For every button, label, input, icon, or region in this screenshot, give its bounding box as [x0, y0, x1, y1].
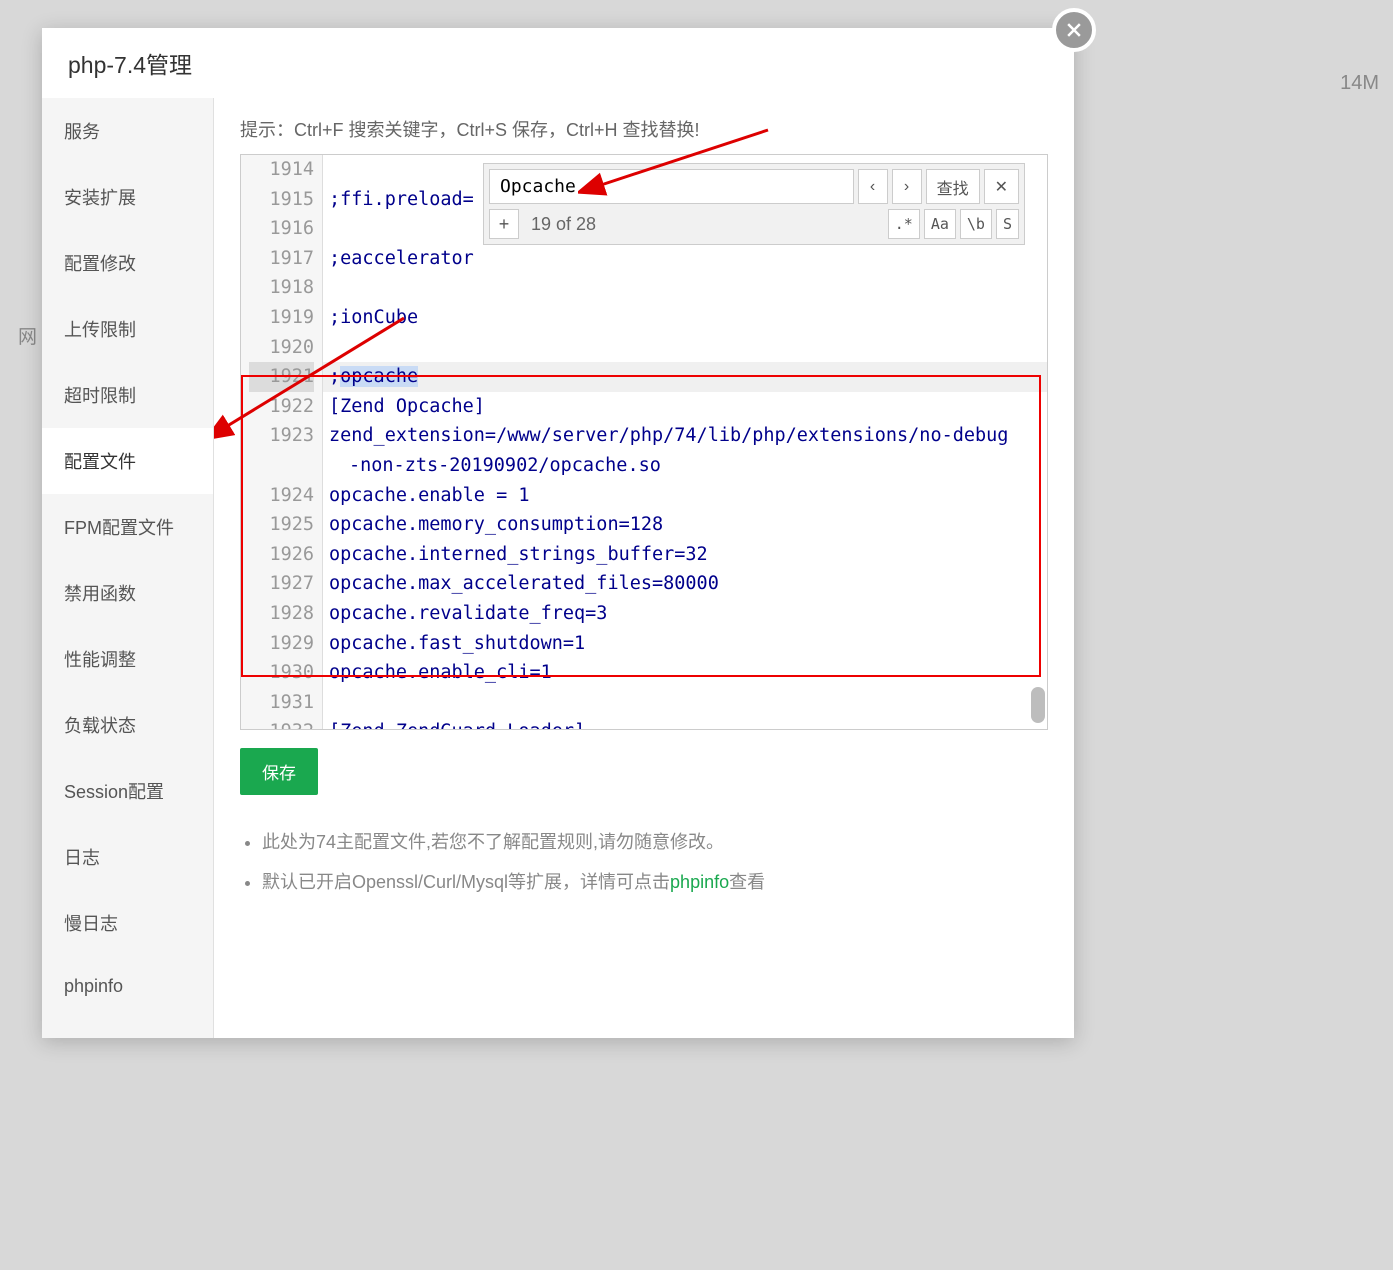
- sidebar-item[interactable]: Session配置: [42, 758, 213, 824]
- code-line-wrap[interactable]: -non-zts-20190902/opcache.so: [323, 451, 1047, 481]
- code-line[interactable]: [Zend ZendGuard Loader]: [323, 717, 1047, 729]
- sidebar-item[interactable]: FPM配置文件: [42, 494, 213, 560]
- close-icon: [1064, 20, 1084, 40]
- bg-partial-text: 网: [18, 322, 37, 349]
- line-number: 1923: [249, 421, 314, 451]
- line-number: 1917: [249, 244, 314, 274]
- line-number: 1931: [249, 688, 314, 718]
- line-number: 1926: [249, 540, 314, 570]
- line-number-gutter: 1914191519161917191819191920192119221923…: [241, 155, 323, 729]
- search-input[interactable]: [489, 169, 854, 204]
- sidebar-item[interactable]: 配置修改: [42, 230, 213, 296]
- line-number: 1927: [249, 569, 314, 599]
- code-line[interactable]: opcache.fast_shutdown=1: [323, 629, 1047, 659]
- line-number: 1921: [249, 362, 314, 392]
- line-number: 1930: [249, 658, 314, 688]
- code-line[interactable]: opcache.revalidate_freq=3: [323, 599, 1047, 629]
- selection-toggle[interactable]: S: [996, 209, 1019, 239]
- phpinfo-link[interactable]: phpinfo: [670, 872, 729, 892]
- code-line[interactable]: opcache.enable = 1: [323, 481, 1047, 511]
- code-line[interactable]: [323, 333, 1047, 363]
- close-button[interactable]: [1052, 8, 1096, 52]
- sidebar-item[interactable]: 服务: [42, 98, 213, 164]
- search-expand-button[interactable]: +: [489, 209, 519, 239]
- modal-title: php-7.4管理: [42, 28, 1074, 98]
- notes-list: 此处为74主配置文件,若您不了解配置规则,请勿随意修改。 默认已开启Openss…: [240, 823, 1048, 902]
- code-line[interactable]: opcache.max_accelerated_files=80000: [323, 569, 1047, 599]
- sidebar-item[interactable]: 上传限制: [42, 296, 213, 362]
- scrollbar-thumb[interactable]: [1031, 687, 1045, 723]
- line-number: 1920: [249, 333, 314, 363]
- search-result-count: 19 of 28: [523, 214, 884, 235]
- find-button[interactable]: 查找: [926, 169, 980, 204]
- scrollbar-track[interactable]: [1031, 157, 1045, 727]
- note-item: 默认已开启Openssl/Curl/Mysql等扩展，详情可点击phpinfo查…: [262, 863, 1048, 903]
- code-line[interactable]: [Zend Opcache]: [323, 392, 1047, 422]
- search-next-button[interactable]: ›: [892, 169, 922, 204]
- content-pane: 提示：Ctrl+F 搜索关键字，Ctrl+S 保存，Ctrl+H 查找替换! 1…: [214, 98, 1074, 1038]
- sidebar-item[interactable]: 日志: [42, 824, 213, 890]
- wholeword-toggle[interactable]: \b: [960, 209, 992, 239]
- sidebar-item[interactable]: 安装扩展: [42, 164, 213, 230]
- line-number: 1922: [249, 392, 314, 422]
- line-number: 1929: [249, 629, 314, 659]
- line-number: 1915: [249, 185, 314, 215]
- sidebar-item[interactable]: 负载状态: [42, 692, 213, 758]
- sidebar-item[interactable]: 配置文件: [42, 428, 213, 494]
- line-number: 1928: [249, 599, 314, 629]
- line-number: 1924: [249, 481, 314, 511]
- code-line[interactable]: [323, 273, 1047, 303]
- line-number: 1925: [249, 510, 314, 540]
- code-line[interactable]: opcache.enable_cli=1: [323, 658, 1047, 688]
- code-line[interactable]: ;opcache: [323, 362, 1047, 392]
- code-line[interactable]: ;ionCube: [323, 303, 1047, 333]
- modal-dialog: php-7.4管理 服务安装扩展配置修改上传限制超时限制配置文件FPM配置文件禁…: [42, 28, 1074, 1038]
- line-number-wrap: [249, 451, 314, 481]
- line-number: 1916: [249, 214, 314, 244]
- chevron-right-icon: ›: [904, 178, 909, 196]
- code-line[interactable]: opcache.memory_consumption=128: [323, 510, 1047, 540]
- search-prev-button[interactable]: ‹: [858, 169, 888, 204]
- note-item: 此处为74主配置文件,若您不了解配置规则,请勿随意修改。: [262, 823, 1048, 863]
- sidebar-item[interactable]: 慢日志: [42, 890, 213, 956]
- line-number: 1918: [249, 273, 314, 303]
- search-close-button[interactable]: ✕: [984, 169, 1019, 204]
- line-number: 1932: [249, 717, 314, 729]
- save-button[interactable]: 保存: [240, 748, 318, 795]
- chevron-left-icon: ‹: [870, 178, 875, 196]
- sidebar-item[interactable]: 性能调整: [42, 626, 213, 692]
- modal-body: 服务安装扩展配置修改上传限制超时限制配置文件FPM配置文件禁用函数性能调整负载状…: [42, 98, 1074, 1038]
- tip-text: 提示：Ctrl+F 搜索关键字，Ctrl+S 保存，Ctrl+H 查找替换!: [240, 116, 1048, 142]
- code-line[interactable]: [323, 688, 1047, 718]
- code-line[interactable]: opcache.interned_strings_buffer=32: [323, 540, 1047, 570]
- code-editor[interactable]: 1914191519161917191819191920192119221923…: [240, 154, 1048, 730]
- line-number: 1914: [249, 155, 314, 185]
- search-panel: ‹ › 查找 ✕ + 19 of 28 .* Aa \b S: [483, 163, 1025, 245]
- line-number: 1919: [249, 303, 314, 333]
- bg-partial-text: 14M: [1340, 72, 1379, 95]
- code-line[interactable]: zend_extension=/www/server/php/74/lib/ph…: [323, 421, 1047, 451]
- case-toggle[interactable]: Aa: [924, 209, 956, 239]
- sidebar-item[interactable]: 超时限制: [42, 362, 213, 428]
- code-line[interactable]: ;eaccelerator: [323, 244, 1047, 274]
- regex-toggle[interactable]: .*: [888, 209, 920, 239]
- sidebar-item[interactable]: phpinfo: [42, 956, 213, 1017]
- close-icon: ✕: [995, 177, 1008, 197]
- sidebar-item[interactable]: 禁用函数: [42, 560, 213, 626]
- sidebar: 服务安装扩展配置修改上传限制超时限制配置文件FPM配置文件禁用函数性能调整负载状…: [42, 98, 214, 1038]
